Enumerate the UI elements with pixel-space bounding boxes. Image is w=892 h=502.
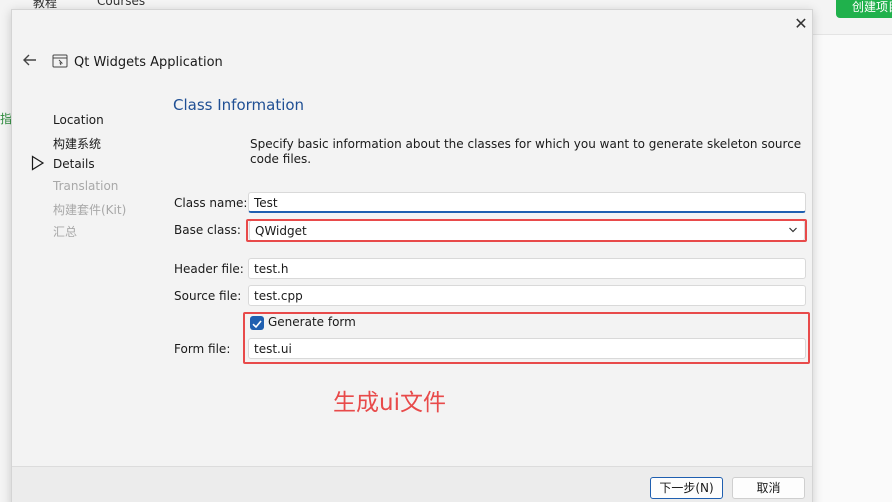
chevron-down-icon <box>789 227 797 233</box>
step-details: Details <box>53 157 95 171</box>
next-button[interactable]: 下一步(N) <box>650 477 723 499</box>
step-build-kit: 构建套件(Kit) <box>53 203 127 217</box>
base-class-value: QWidget <box>255 224 307 238</box>
generate-form-checkbox[interactable] <box>250 316 264 330</box>
bg-create-project-button[interactable]: 创建项目 <box>836 0 892 18</box>
close-icon[interactable]: ✕ <box>790 13 812 35</box>
bg-tab-courses[interactable]: Courses <box>97 0 145 8</box>
class-name-input[interactable]: Test <box>248 192 806 213</box>
generate-form-label[interactable]: Generate form <box>268 315 356 329</box>
cancel-button[interactable]: 取消 <box>732 477 805 499</box>
step-translation: Translation <box>53 179 119 193</box>
step-summary: 汇总 <box>53 225 78 239</box>
header-file-label: Header file: <box>174 262 244 276</box>
base-class-label: Base class: <box>174 223 241 237</box>
form-file-input[interactable]: test.ui <box>248 338 806 359</box>
bg-right-panel <box>812 34 892 502</box>
step-location: Location <box>53 113 104 127</box>
base-class-select[interactable]: QWidget <box>249 220 805 241</box>
annotation-text: 生成ui文件 <box>333 390 446 416</box>
header-file-input[interactable]: test.h <box>248 258 806 279</box>
page-description: Specify basic information about the clas… <box>250 137 802 166</box>
new-project-dialog: ✕ Qt Widgets Application Location 构建系统 D… <box>11 9 813 502</box>
step-build-system: 构建系统 <box>53 137 102 151</box>
dialog-title: Qt Widgets Application <box>74 55 223 70</box>
application-icon <box>52 54 68 68</box>
dialog-footer: 下一步(N) 取消 <box>12 466 812 502</box>
back-arrow-icon[interactable] <box>21 51 39 69</box>
form-file-label: Form file: <box>174 342 231 356</box>
page-title: Class Information <box>173 96 305 114</box>
current-step-arrow-icon <box>31 155 45 171</box>
source-file-input[interactable]: test.cpp <box>248 285 806 306</box>
source-file-label: Source file: <box>174 289 242 303</box>
class-name-label: Class name: <box>174 196 248 210</box>
checkmark-icon <box>252 320 262 329</box>
